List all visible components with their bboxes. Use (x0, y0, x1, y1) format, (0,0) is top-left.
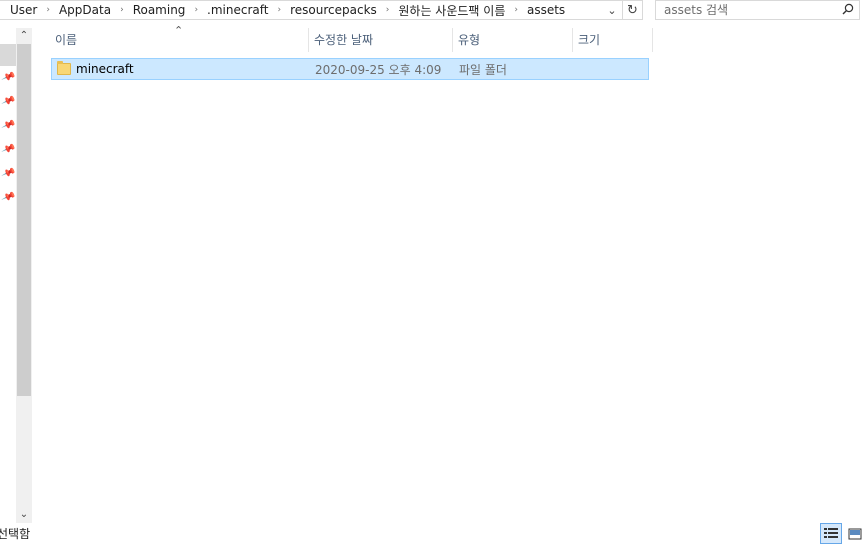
column-header-type[interactable]: 유형 (453, 28, 573, 52)
breadcrumb-item-roaming[interactable]: Roaming (131, 3, 188, 17)
file-type: 파일 폴더 (459, 62, 507, 77)
file-row[interactable]: minecraft 2020-09-25 오후 4:09 파일 폴더 (51, 58, 649, 80)
refresh-icon: ↻ (627, 2, 638, 18)
column-header-date-label: 수정한 날짜 (314, 33, 374, 47)
folder-icon (57, 61, 71, 75)
breadcrumb-separator-icon[interactable]: › (507, 5, 525, 15)
status-text: 선택함 (0, 527, 31, 541)
file-date: 2020-09-25 오후 4:09 (315, 62, 442, 77)
pin-icon: 📌 (0, 94, 16, 109)
column-headers: ⌃ 이름 수정한 날짜 유형 크기 (50, 24, 653, 52)
nav-item-selected[interactable] (0, 44, 16, 66)
large-icons-view-button[interactable] (844, 523, 866, 544)
column-header-size-label: 크기 (578, 33, 601, 47)
file-name-cell: minecraft (52, 61, 310, 76)
breadcrumb-separator-icon[interactable]: › (187, 5, 205, 15)
address-dropdown-button[interactable]: ⌄ (602, 1, 622, 19)
large-icons-view-icon (848, 528, 862, 539)
refresh-button[interactable]: ↻ (622, 1, 642, 19)
pin-icon: 📌 (0, 70, 16, 85)
file-name: minecraft (76, 62, 134, 76)
column-header-name-label: 이름 (55, 33, 78, 47)
search-box[interactable] (655, 0, 860, 20)
navigation-scrollbar[interactable]: ⌃ ⌄ (16, 28, 32, 523)
breadcrumb-item-appdata[interactable]: AppData (57, 3, 113, 17)
breadcrumb-separator-icon[interactable]: › (270, 5, 288, 15)
pin-icon: 📌 (0, 190, 16, 205)
breadcrumb-item-assets[interactable]: assets (525, 3, 567, 17)
scroll-up-icon[interactable]: ⌃ (16, 28, 32, 44)
column-header-name[interactable]: ⌃ 이름 (50, 24, 309, 52)
column-header-date[interactable]: 수정한 날짜 (309, 28, 453, 52)
address-bar[interactable]: User › AppData › Roaming › .minecraft › … (0, 0, 643, 20)
breadcrumb-separator-icon[interactable]: › (379, 5, 397, 15)
details-view-button[interactable] (820, 523, 842, 544)
pin-icon: 📌 (0, 142, 16, 157)
breadcrumb-item-soundpack[interactable]: 원하는 사운드팩 이름 (396, 2, 507, 19)
breadcrumb-item-user[interactable]: User (8, 3, 39, 17)
sort-ascending-icon: ⌃ (174, 24, 184, 37)
scrollbar-thumb[interactable] (17, 44, 31, 396)
chevron-down-icon: ⌄ (607, 3, 617, 17)
scroll-down-icon[interactable]: ⌄ (16, 507, 32, 523)
column-header-size[interactable]: 크기 (573, 28, 653, 52)
breadcrumb: User › AppData › Roaming › .minecraft › … (0, 1, 602, 19)
navigation-pane[interactable]: 📌 📌 📌 📌 📌 📌 (0, 28, 16, 518)
breadcrumb-separator-icon[interactable]: › (39, 5, 57, 15)
search-icon[interactable] (837, 3, 859, 18)
search-input[interactable] (664, 3, 837, 17)
column-header-type-label: 유형 (458, 33, 481, 47)
pin-icon: 📌 (0, 118, 16, 133)
view-switcher (820, 523, 866, 544)
details-view-icon (824, 527, 838, 538)
pin-icon: 📌 (0, 166, 16, 181)
breadcrumb-separator-icon[interactable]: › (113, 5, 131, 15)
breadcrumb-item-minecraft[interactable]: .minecraft (205, 3, 270, 17)
breadcrumb-item-resourcepacks[interactable]: resourcepacks (288, 3, 379, 17)
